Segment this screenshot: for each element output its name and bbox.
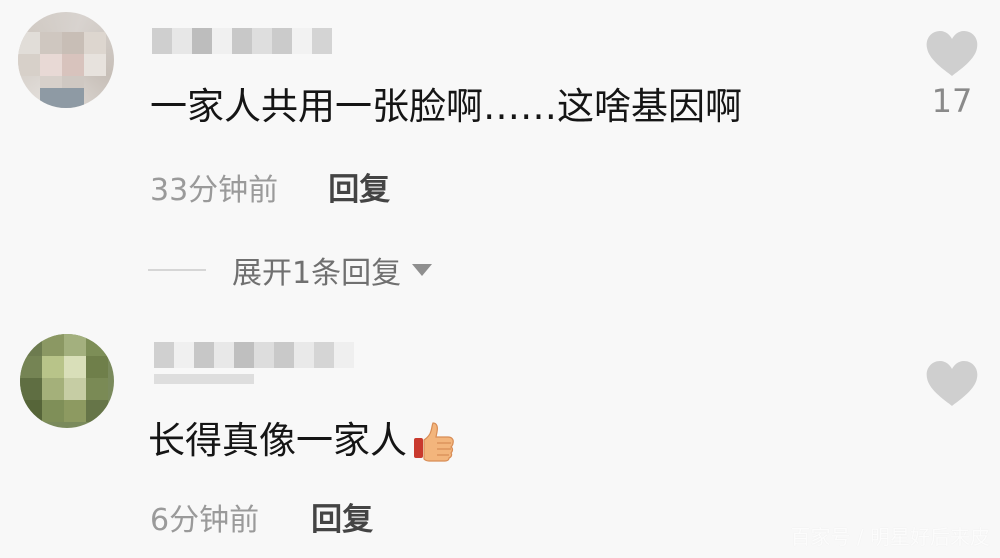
username-blurred-underline bbox=[154, 374, 254, 384]
avatar-pixel bbox=[84, 32, 106, 54]
watermark: 百家号 / 明星好后来皮 bbox=[790, 525, 990, 549]
avatar-pixel bbox=[86, 378, 108, 400]
expand-replies-label: 展开1条回复 bbox=[232, 256, 402, 291]
like-button[interactable] bbox=[922, 360, 982, 412]
avatar-pixel bbox=[18, 54, 40, 76]
avatar-pixel bbox=[20, 378, 42, 400]
avatar-pixel bbox=[86, 356, 108, 378]
heart-icon bbox=[926, 361, 978, 406]
avatar-pixel bbox=[40, 88, 84, 108]
avatar-pixel bbox=[42, 356, 64, 378]
username-blurred[interactable] bbox=[152, 28, 332, 54]
avatar-pixel bbox=[18, 32, 40, 54]
avatar-pixel bbox=[64, 334, 86, 356]
avatar-pixel bbox=[20, 356, 42, 378]
like-count: 17 bbox=[931, 82, 973, 120]
avatar-pixel bbox=[20, 400, 42, 422]
avatar-pixel bbox=[20, 334, 42, 356]
heart-icon bbox=[926, 31, 978, 76]
comment-text: 长得真像一家人 bbox=[148, 420, 455, 462]
thumbs-up-emoji bbox=[414, 422, 454, 462]
avatar-pixel bbox=[64, 400, 86, 422]
expand-divider bbox=[148, 269, 206, 271]
expand-replies-button[interactable]: 展开1条回复 bbox=[148, 248, 433, 292]
avatar-pixel bbox=[40, 32, 62, 54]
avatar-pixel bbox=[64, 378, 86, 400]
reply-button[interactable]: 回复 bbox=[328, 164, 390, 209]
comment-time: 6分钟前 bbox=[150, 502, 260, 538]
avatar-pixel bbox=[42, 400, 64, 422]
reply-button[interactable]: 回复 bbox=[311, 494, 373, 539]
avatar[interactable] bbox=[20, 334, 114, 428]
comment-meta: 33分钟前 回复 bbox=[150, 164, 390, 209]
comment-meta: 6分钟前 回复 bbox=[150, 494, 373, 539]
comment-text-body: 长得真像一家人 bbox=[148, 419, 407, 462]
avatar-pixel bbox=[84, 54, 106, 76]
avatar-pixel bbox=[86, 334, 108, 356]
like-button[interactable]: 17 bbox=[922, 30, 982, 120]
avatar-pixel bbox=[40, 54, 62, 76]
comment-text: 一家人共用一张脸啊……这啥基因啊 bbox=[150, 85, 742, 128]
avatar-pixel bbox=[62, 32, 84, 54]
avatar-pixel bbox=[42, 334, 64, 356]
avatar-pixel bbox=[64, 356, 86, 378]
avatar-pixel bbox=[86, 400, 108, 422]
username-blurred[interactable] bbox=[154, 342, 354, 368]
comment-time: 33分钟前 bbox=[150, 172, 279, 208]
caret-down-icon bbox=[412, 264, 433, 276]
avatar-pixel bbox=[42, 378, 64, 400]
avatar[interactable] bbox=[18, 12, 114, 108]
avatar-pixel bbox=[62, 54, 84, 76]
